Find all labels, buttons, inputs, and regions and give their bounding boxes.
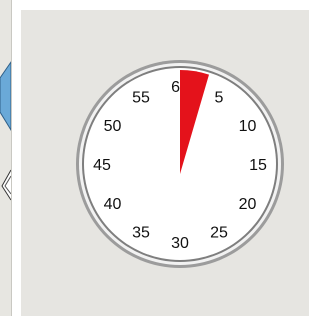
timer-dial[interactable]: 60510152025303540455055 bbox=[21, 10, 309, 316]
dial-number-45: 45 bbox=[93, 157, 111, 174]
dial-number-25: 25 bbox=[210, 225, 228, 242]
left-panel-edge bbox=[0, 0, 12, 316]
dial-number-55: 55 bbox=[132, 90, 150, 107]
dial-number-5: 5 bbox=[215, 90, 224, 107]
dial-number-15: 15 bbox=[249, 157, 267, 174]
blue-arrow-icon bbox=[0, 61, 11, 201]
dial-number-50: 50 bbox=[104, 118, 122, 135]
dial-number-10: 10 bbox=[239, 118, 257, 135]
dial-number-20: 20 bbox=[239, 196, 257, 213]
dial-number-35: 35 bbox=[132, 225, 150, 242]
dial-number-40: 40 bbox=[104, 196, 122, 213]
timer-panel: 60510152025303540455055 bbox=[21, 10, 309, 316]
dial-number-30: 30 bbox=[171, 235, 189, 252]
